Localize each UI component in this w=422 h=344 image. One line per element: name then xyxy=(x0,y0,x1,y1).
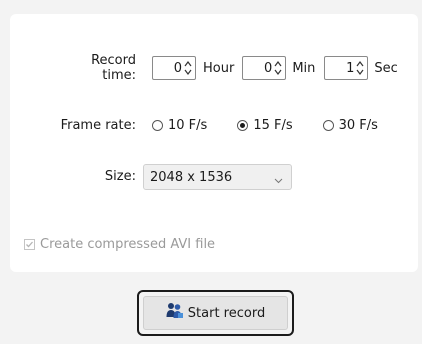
min-unit-label: Min xyxy=(292,60,316,76)
sec-spinner[interactable]: 1 xyxy=(324,56,369,80)
radio-10fps-label[interactable]: 10 F/s xyxy=(168,118,207,133)
checkbox-checked-icon[interactable] xyxy=(24,239,35,250)
sec-unit-label: Sec xyxy=(374,60,398,76)
hour-unit-label: Hour xyxy=(203,60,235,76)
size-dropdown[interactable]: 2048 x 1536 xyxy=(143,164,292,190)
hour-value[interactable]: 0 xyxy=(174,61,182,76)
start-record-button[interactable]: Start record xyxy=(143,296,288,330)
record-time-row: Record time: 0 Hour 0 Min 1 Sec xyxy=(56,53,398,83)
frame-rate-label: Frame rate: xyxy=(60,118,136,133)
size-label: Size: xyxy=(104,169,136,184)
spinner-arrows-icon[interactable] xyxy=(356,60,364,76)
spinner-arrows-icon[interactable] xyxy=(274,60,282,76)
radio-button-selected-icon[interactable] xyxy=(237,120,249,131)
radio-button-icon[interactable] xyxy=(322,120,334,131)
radio-30fps[interactable]: 30 F/s xyxy=(322,118,378,133)
frame-rate-row: Frame rate: 10 F/s 15 F/s 30 F/s xyxy=(56,118,378,133)
min-value[interactable]: 0 xyxy=(264,61,272,76)
radio-button-icon[interactable] xyxy=(152,120,163,131)
start-record-label[interactable]: Start record xyxy=(188,306,265,321)
start-record-focus-ring: Start record xyxy=(137,290,294,336)
min-spinner[interactable]: 0 xyxy=(242,56,287,80)
radio-30fps-label[interactable]: 30 F/s xyxy=(339,118,378,133)
radio-15fps[interactable]: 15 F/s xyxy=(237,118,293,133)
record-time-label: Record time: xyxy=(91,53,136,83)
size-selected-value[interactable]: 2048 x 1536 xyxy=(150,170,232,185)
hour-spinner[interactable]: 0 xyxy=(152,56,196,80)
sec-value[interactable]: 1 xyxy=(346,61,354,76)
compress-avi-checkbox[interactable]: Create compressed AVI file xyxy=(24,237,215,252)
chevron-down-icon[interactable] xyxy=(274,173,283,188)
radio-15fps-label[interactable]: 15 F/s xyxy=(253,118,292,133)
spinner-arrows-icon[interactable] xyxy=(184,60,192,76)
users-icon xyxy=(166,302,184,324)
compress-avi-label: Create compressed AVI file xyxy=(40,237,216,252)
radio-10fps[interactable]: 10 F/s xyxy=(152,118,207,133)
